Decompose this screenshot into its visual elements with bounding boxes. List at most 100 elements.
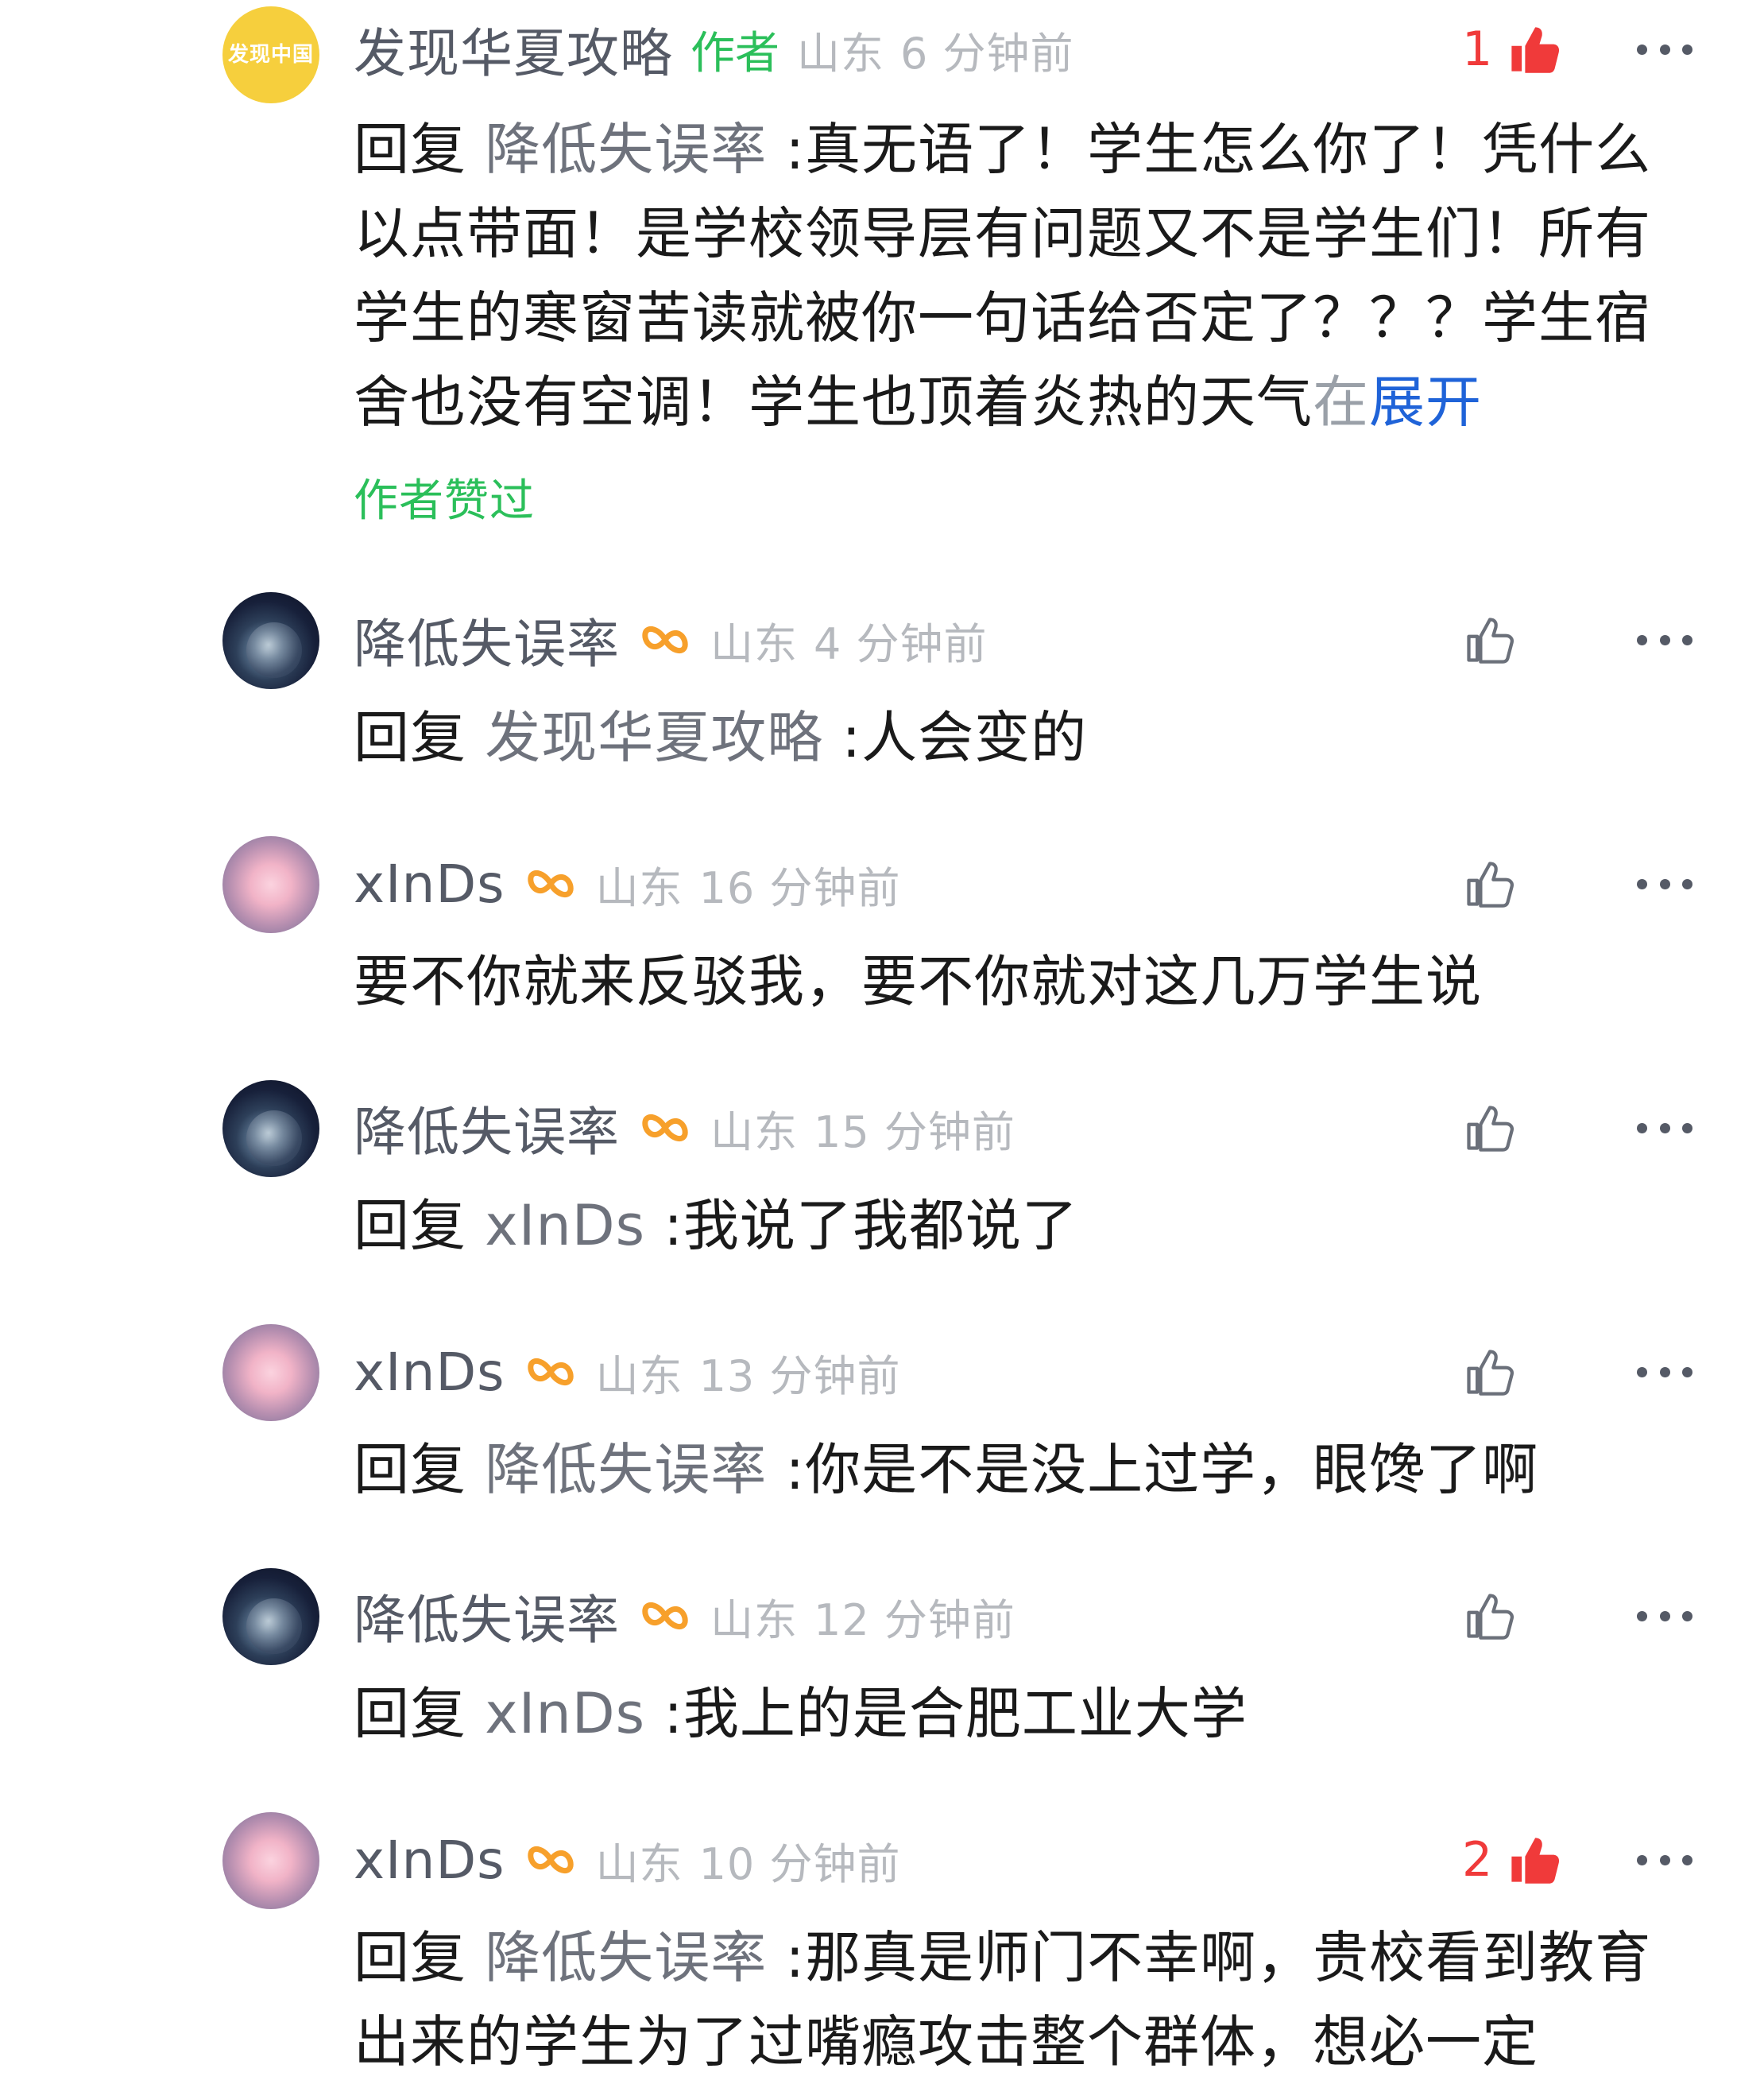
like-button[interactable]: 2 [1462,1828,1561,1892]
like-button[interactable] [1462,1096,1516,1160]
dot [1637,44,1647,55]
infinity-badge-icon [528,870,574,898]
comment-text: 回复 降低失误率 :那真是师门不幸啊，贵校看到教育出来的学生为了过嘴瘾攻击整个群… [354,1915,1704,2084]
thumbs-up-icon [1511,27,1560,73]
avatar[interactable] [222,836,319,933]
reply-prefix: 回复 [354,705,466,770]
timestamp: 13 分钟前 [698,1350,901,1401]
timestamp: 10 分钟前 [698,1838,901,1889]
comment-header: 发现华夏攻略 作者 山东 6 分钟前 [354,17,1074,84]
dot [1637,1854,1647,1865]
location: 山东 [595,1350,683,1401]
comment-header: xInDs 山东 13 分钟前 [354,1340,900,1404]
infinity-badge-icon [642,626,688,654]
comment-header: 降低失误率 山东 12 分钟前 [354,1584,1015,1651]
dot [1659,1854,1670,1865]
thumbs-up-icon [1467,1350,1514,1396]
dot [1659,44,1670,55]
location: 山东 [797,28,884,79]
like-button[interactable] [1462,1340,1516,1404]
dot [1659,1366,1670,1377]
dot [1637,1122,1647,1133]
comment-text: 回复 发现华夏攻略 :人会变的 [354,695,1704,780]
username[interactable]: xInDs [354,1830,505,1891]
expand-link[interactable]: 展开 [1369,370,1482,435]
reply-to-name[interactable]: 降低失误率 [485,1437,767,1502]
dot [1682,1854,1692,1865]
dot [1637,1610,1647,1621]
comment-body: :我上的是合肥工业大学 [645,1681,1248,1746]
avatar[interactable] [222,1568,319,1665]
dot [1659,1122,1670,1133]
infinity-badge-icon [528,1846,574,1874]
dot [1637,634,1647,645]
timestamp: 16 分钟前 [698,862,901,913]
username[interactable]: 降低失误率 [354,602,620,678]
username[interactable]: 降低失误率 [354,1090,620,1166]
author-tag: 作者 [691,27,779,79]
comment-header: xInDs 山东 16 分钟前 [354,852,900,916]
more-button[interactable] [1637,852,1692,916]
timestamp: 12 分钟前 [814,1594,1015,1645]
username[interactable]: 降低失误率 [354,1578,620,1654]
more-button[interactable] [1637,1340,1692,1404]
like-button[interactable] [1462,1584,1516,1648]
thumbs-up-icon [1467,1594,1514,1640]
infinity-badge-icon [642,1114,688,1142]
like-button[interactable] [1462,852,1516,916]
dot [1682,1122,1692,1133]
reply-prefix: 回复 [354,1681,466,1746]
location: 山东 [710,1106,798,1157]
like-count: 1 [1462,21,1493,77]
thumbs-up-icon [1467,862,1514,908]
avatar[interactable] [222,1812,319,1909]
infinity-badge-icon [642,1602,688,1630]
more-button[interactable] [1637,1096,1692,1160]
comment-text: 要不你就来反驳我，要不你就对这几万学生说 [354,939,1704,1024]
more-button[interactable] [1637,608,1692,672]
more-button[interactable] [1637,1828,1692,1892]
comment-body: :你是不是没上过学，眼馋了啊 [767,1437,1539,1502]
more-button[interactable] [1637,17,1692,81]
like-count: 2 [1462,1832,1493,1888]
comment-body: 要不你就来反驳我，要不你就对这几万学生说 [354,949,1482,1014]
like-button[interactable] [1462,608,1516,672]
location: 山东 [595,862,683,913]
comment-body: :人会变的 [823,705,1088,770]
username[interactable]: xInDs [354,1342,505,1403]
avatar[interactable]: 发现中国 [222,6,319,103]
dot [1659,634,1670,645]
comment-text: 回复 xInDs :我说了我都说了 [354,1183,1704,1268]
thumbs-up-icon [1511,1838,1560,1884]
reply-to-name[interactable]: 降低失误率 [485,1925,767,1990]
comment-text: 回复 降低失误率 :你是不是没上过学，眼馋了啊 [354,1427,1704,1512]
location: 山东 [595,1838,683,1889]
timestamp: 15 分钟前 [814,1106,1015,1157]
comment-text: 回复 xInDs :我上的是合肥工业大学 [354,1671,1704,1756]
comment-text: 回复 降低失误率 :真无语了！学生怎么你了！凭什么以点带面！是学校领导层有问题又… [354,107,1704,444]
reply-to-name[interactable]: 发现华夏攻略 [485,705,823,770]
like-button[interactable]: 1 [1462,17,1561,81]
dot [1682,1366,1692,1377]
username[interactable]: xInDs [354,854,505,915]
comment-body: :我说了我都说了 [645,1193,1078,1258]
dot [1637,878,1647,889]
username[interactable]: 发现华夏攻略 [354,11,673,87]
avatar-logo: 发现中国 [227,43,314,67]
avatar[interactable] [222,592,319,689]
avatar[interactable] [222,1080,319,1177]
dot [1637,1366,1647,1377]
avatar[interactable] [222,1324,319,1421]
infinity-badge-icon [528,1358,574,1386]
reply-to-name[interactable]: 降低失误率 [485,117,767,182]
more-button[interactable] [1637,1584,1692,1648]
faded-text: 在 [1313,370,1369,435]
thumbs-up-icon [1467,1106,1514,1152]
reply-to-name[interactable]: xInDs [485,1681,645,1746]
reply-to-name[interactable]: xInDs [485,1193,645,1258]
location: 山东 [710,1594,798,1645]
author-liked-label: 作者赞过 [354,475,535,527]
thumbs-up-icon [1467,618,1514,664]
comment-header: 降低失误率 山东 15 分钟前 [354,1096,1015,1163]
timestamp: 4 分钟前 [814,618,988,669]
